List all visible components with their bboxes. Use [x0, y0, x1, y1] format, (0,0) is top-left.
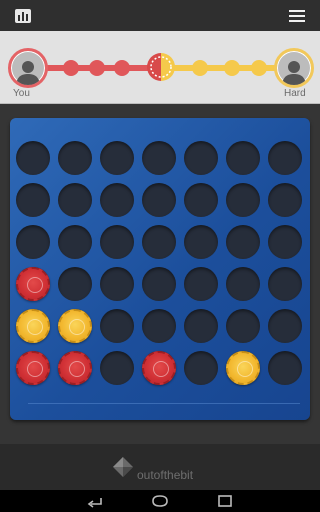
- board-slot[interactable]: [226, 141, 260, 175]
- board-slot[interactable]: [16, 141, 50, 175]
- board-slot[interactable]: [268, 309, 302, 343]
- board-slot[interactable]: [268, 225, 302, 259]
- board-slot[interactable]: [100, 309, 134, 343]
- board-slot[interactable]: [268, 141, 302, 175]
- red-disc: [142, 351, 176, 385]
- progress-node: [114, 60, 130, 76]
- board-slot[interactable]: [226, 267, 260, 301]
- board-slot[interactable]: [184, 267, 218, 301]
- brand-logo-icon: [113, 457, 133, 477]
- board-slot[interactable]: [226, 309, 260, 343]
- system-nav-bar: [0, 490, 320, 512]
- board-slot[interactable]: [184, 351, 218, 385]
- board-slot[interactable]: [268, 267, 302, 301]
- disc-emblem: [237, 361, 253, 377]
- menu-icon[interactable]: [285, 4, 309, 28]
- board-slot[interactable]: [268, 351, 302, 385]
- stats-icon[interactable]: [11, 4, 35, 28]
- board-slot[interactable]: [100, 267, 134, 301]
- red-disc: [16, 267, 50, 301]
- board-slot[interactable]: [100, 183, 134, 217]
- footer: outofthebit: [0, 444, 320, 490]
- progress-node: [192, 60, 208, 76]
- opponent-difficulty-label: Hard: [284, 88, 306, 99]
- board-slot[interactable]: [100, 351, 134, 385]
- current-position-marker: [147, 53, 175, 81]
- game-board[interactable]: [10, 118, 310, 420]
- board-slot[interactable]: [142, 141, 176, 175]
- board-slot[interactable]: [226, 183, 260, 217]
- progress-node: [251, 60, 267, 76]
- yellow-disc: [16, 309, 50, 343]
- board-slot[interactable]: [226, 225, 260, 259]
- board-slot[interactable]: [100, 141, 134, 175]
- disc-emblem: [153, 361, 169, 377]
- board-slot[interactable]: [100, 225, 134, 259]
- yellow-disc: [58, 309, 92, 343]
- match-progress-panel: [0, 31, 320, 104]
- red-disc: [16, 351, 50, 385]
- board-slot[interactable]: [16, 183, 50, 217]
- board-slot[interactable]: [58, 183, 92, 217]
- progress-node: [89, 60, 105, 76]
- board-slot[interactable]: [142, 309, 176, 343]
- board-slot[interactable]: [16, 225, 50, 259]
- red-disc: [58, 351, 92, 385]
- back-icon[interactable]: [86, 494, 104, 508]
- progress-node: [224, 60, 240, 76]
- opponent-avatar: [274, 48, 314, 88]
- board-slot[interactable]: [184, 141, 218, 175]
- board-slot[interactable]: [142, 225, 176, 259]
- board-slot[interactable]: [58, 225, 92, 259]
- disc-emblem: [69, 361, 85, 377]
- disc-emblem: [27, 361, 43, 377]
- recent-apps-icon[interactable]: [216, 494, 234, 508]
- progress-node: [63, 60, 79, 76]
- board-slot[interactable]: [268, 183, 302, 217]
- board-slot[interactable]: [142, 267, 176, 301]
- brand-name: outofthebit: [137, 468, 194, 482]
- board-slot[interactable]: [184, 183, 218, 217]
- player-avatar: [8, 48, 48, 88]
- home-icon[interactable]: [151, 494, 169, 508]
- board-slot[interactable]: [184, 309, 218, 343]
- disc-emblem: [27, 277, 43, 293]
- yellow-disc: [226, 351, 260, 385]
- board-slot[interactable]: [58, 141, 92, 175]
- player-label: You: [13, 88, 30, 99]
- board-slot[interactable]: [58, 267, 92, 301]
- board-slot[interactable]: [184, 225, 218, 259]
- disc-emblem: [27, 319, 43, 335]
- top-bar: [0, 0, 320, 31]
- disc-emblem: [69, 319, 85, 335]
- board-slot[interactable]: [142, 183, 176, 217]
